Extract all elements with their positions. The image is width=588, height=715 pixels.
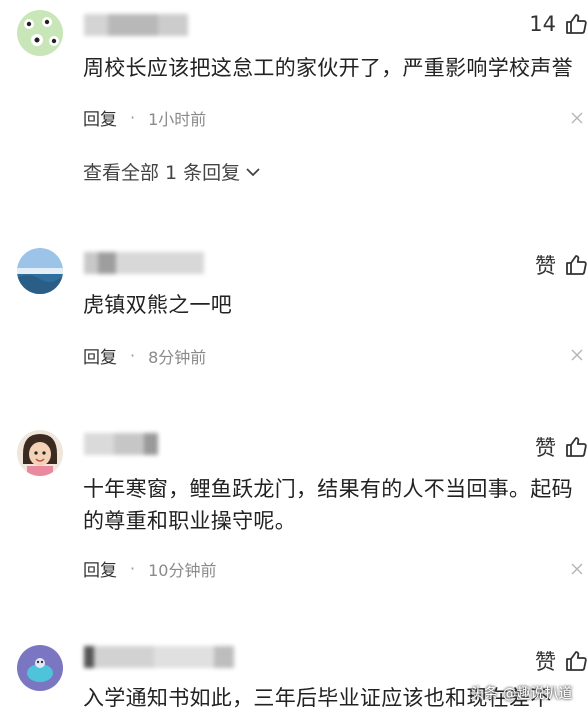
close-icon[interactable] xyxy=(570,348,584,362)
thumb-up-icon[interactable] xyxy=(564,253,588,277)
comment-text-line: 十年寒窗，鲤鱼跃龙门，结果有的人不当回事。起码 xyxy=(83,477,573,501)
username-blurred xyxy=(84,14,188,36)
timestamp: 10分钟前 xyxy=(148,560,217,580)
close-icon[interactable] xyxy=(570,562,584,576)
like-count-label: 14 xyxy=(529,12,556,36)
separator: · xyxy=(130,108,136,127)
thumb-up-icon[interactable] xyxy=(564,649,588,673)
comment-meta: 回复 · 1小时前 xyxy=(83,105,206,130)
chevron-down-icon xyxy=(246,167,260,176)
comment-text: 周校长应该把这怠工的家伙开了，严重影响学校声誉 xyxy=(83,56,573,80)
reply-button[interactable]: 回复 xyxy=(83,343,117,368)
comment-text: 虎镇双熊之一吧 xyxy=(83,293,233,317)
username-blurred xyxy=(84,646,234,668)
avatar[interactable] xyxy=(17,645,63,691)
view-all-replies-label: 查看全部 1 条回复 xyxy=(83,162,241,184)
timestamp: 8分钟前 xyxy=(148,347,207,367)
reply-button[interactable]: 回复 xyxy=(83,556,117,581)
like-button[interactable]: 赞 xyxy=(535,250,588,280)
like-label: 赞 xyxy=(535,436,556,460)
watermark: 头条 @趣说扒道 xyxy=(470,686,573,702)
comment-text-line: 的尊重和职业操守呢。 xyxy=(83,509,296,533)
username-blurred xyxy=(84,433,158,455)
username-blurred xyxy=(84,252,204,274)
separator: · xyxy=(130,346,136,365)
avatar[interactable] xyxy=(17,10,63,56)
avatar[interactable] xyxy=(17,430,63,476)
like-button[interactable]: 赞 xyxy=(535,646,588,676)
avatar[interactable] xyxy=(17,248,63,294)
comment-meta: 回复 · 8分钟前 xyxy=(83,343,206,368)
like-label: 赞 xyxy=(535,650,556,674)
comment-meta: 回复 · 10分钟前 xyxy=(83,556,216,581)
thumb-up-icon[interactable] xyxy=(564,435,588,459)
reply-button[interactable]: 回复 xyxy=(83,105,117,130)
timestamp: 1小时前 xyxy=(148,109,207,129)
like-label: 赞 xyxy=(535,254,556,278)
comment-text: 十年寒窗，鲤鱼跃龙门，结果有的人不当回事。起码 的尊重和职业操守呢。 xyxy=(83,473,574,537)
view-all-replies-button[interactable]: 查看全部 1 条回复 xyxy=(83,158,260,185)
like-button[interactable]: 赞 xyxy=(535,432,588,462)
separator: · xyxy=(130,559,136,578)
like-count[interactable]: 14 xyxy=(529,12,588,36)
thumb-up-icon[interactable] xyxy=(564,12,588,36)
close-icon[interactable] xyxy=(570,111,584,125)
